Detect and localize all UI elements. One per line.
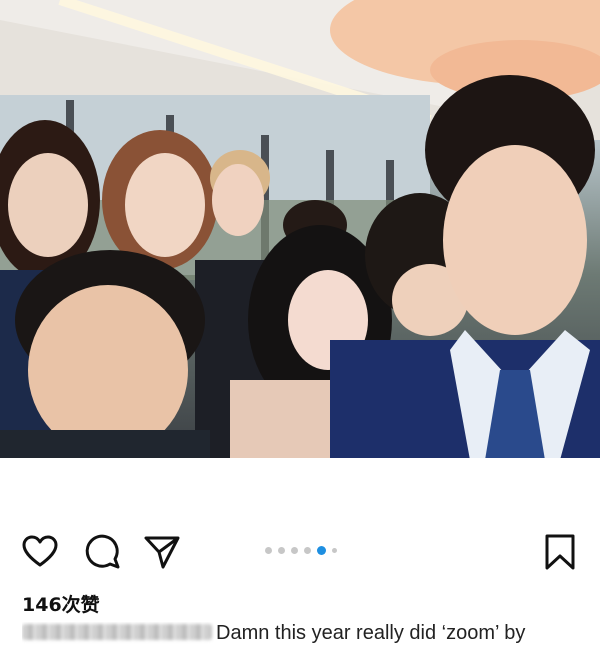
group-selfie-image	[0, 0, 600, 458]
carousel-dot	[278, 546, 285, 554]
username-redacted[interactable]	[22, 624, 212, 640]
carousel-dot	[291, 546, 298, 554]
bookmark-icon	[545, 534, 575, 570]
carousel-indicator	[265, 544, 337, 556]
share-button[interactable]	[142, 532, 182, 572]
comment-button[interactable]	[82, 532, 122, 572]
likes-count[interactable]: 146次赞	[22, 590, 100, 617]
post-photo[interactable]	[0, 0, 600, 458]
carousel-dot	[332, 547, 337, 553]
comment-icon	[85, 534, 120, 569]
post-action-bar	[0, 520, 600, 580]
carousel-dot	[304, 546, 311, 554]
caption-text: Damn this year really did ‘zoom’ by	[216, 622, 526, 644]
heart-icon	[22, 535, 58, 567]
save-button[interactable]	[540, 532, 580, 572]
send-icon	[144, 536, 180, 569]
carousel-dot	[265, 546, 272, 554]
carousel-dot-active	[317, 545, 326, 555]
like-button[interactable]	[20, 532, 60, 572]
post-caption: Damn this year really did ‘zoom’ by	[22, 622, 592, 645]
